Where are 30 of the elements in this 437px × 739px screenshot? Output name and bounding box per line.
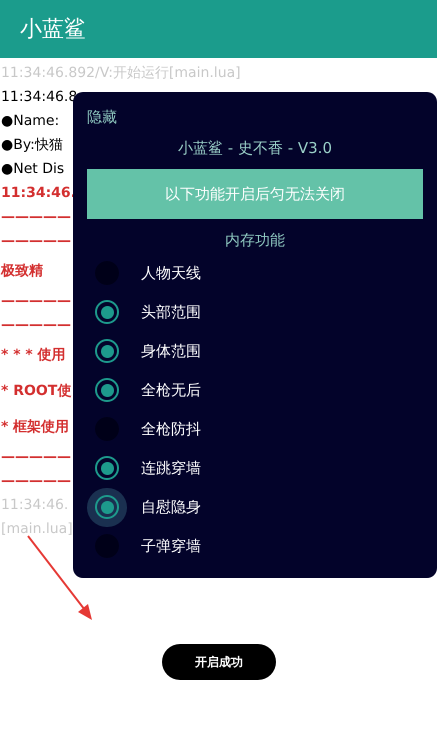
option-label: 连跳穿墙 xyxy=(141,458,201,479)
panel-title: 小蓝鲨 - 史不香 - V3.0 xyxy=(178,138,332,158)
option-label: 全枪无后 xyxy=(141,380,201,401)
log-line: ●By:快猫 xyxy=(0,137,63,153)
option-label: 自慰隐身 xyxy=(141,496,201,518)
log-line: * 框架使用 xyxy=(0,419,70,435)
log-line: ————— xyxy=(0,233,71,249)
toast: 开启成功 xyxy=(162,644,276,680)
log-line: ●Net Dis xyxy=(0,161,64,177)
log-line: ————— xyxy=(0,293,71,309)
section-title: 内存功能 xyxy=(225,230,285,251)
log-line: ————— xyxy=(0,209,71,225)
radio-button[interactable] xyxy=(87,488,127,526)
log-line: ●Name: xyxy=(0,113,60,129)
log-line: 极致精 xyxy=(0,263,43,279)
log-line: ————— xyxy=(0,317,71,333)
log-line: ————— xyxy=(0,473,71,489)
option-label: 全枪防抖 xyxy=(141,418,201,440)
hide-button[interactable]: 隐藏 xyxy=(87,106,117,128)
log-line: * * * 使用 xyxy=(0,347,66,363)
app-title: 小蓝鲨 xyxy=(20,16,86,44)
warning-banner: 以下功能开启后匀无法关闭 xyxy=(87,169,423,219)
log-line: * ROOT使 xyxy=(0,383,72,399)
option-label: 人物天线 xyxy=(141,262,201,284)
option-label: 子弹穿墙 xyxy=(141,536,201,557)
log-line: 11:34:46.8 xyxy=(0,89,78,105)
option-label: 头部范围 xyxy=(141,302,201,323)
log-line: ————— xyxy=(0,449,71,465)
log-line: 11:34:46. xyxy=(0,185,76,201)
option-label: 身体范围 xyxy=(141,340,201,362)
